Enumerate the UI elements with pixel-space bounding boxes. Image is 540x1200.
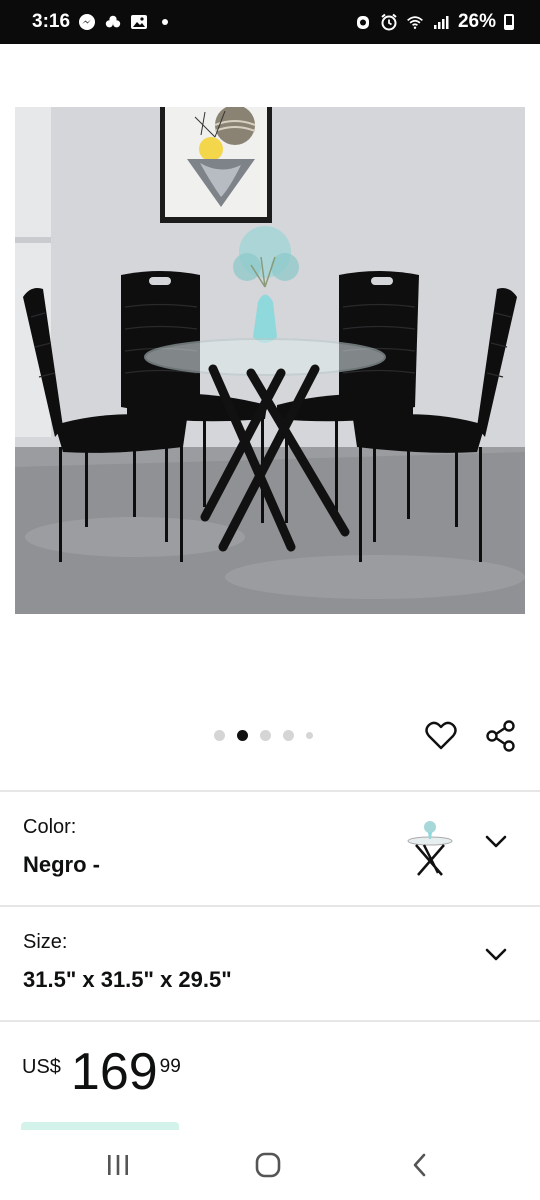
- color-value: Negro -: [23, 852, 100, 877]
- home-button[interactable]: [250, 1150, 286, 1180]
- recents-button[interactable]: [100, 1150, 136, 1180]
- divider: [0, 1020, 540, 1022]
- alarm-clock-icon: [380, 13, 398, 31]
- chevron-down-icon: [485, 948, 507, 961]
- heart-outline-icon: [425, 721, 457, 750]
- product-image[interactable]: [15, 107, 525, 614]
- price: US$ 169 99: [22, 1046, 181, 1098]
- gallery-icon: [130, 13, 148, 31]
- price-fraction: 99: [159, 1056, 181, 1077]
- notification-dot-icon: [156, 13, 174, 31]
- battery-percent: 26%: [457, 11, 496, 32]
- carousel-dot[interactable]: [260, 730, 271, 741]
- alarm-icon: [354, 13, 372, 31]
- share-button[interactable]: [483, 718, 519, 754]
- price-whole: 169: [70, 1043, 158, 1101]
- status-right: 26%: [354, 11, 514, 33]
- status-time: 3:16: [32, 11, 71, 32]
- chevron-down-icon: [485, 835, 507, 848]
- signal-icon: [432, 13, 450, 31]
- carousel-dot-active[interactable]: [237, 730, 248, 741]
- wifi-icon: [406, 13, 424, 31]
- color-thumbnail: [407, 821, 453, 876]
- carousel-dot[interactable]: [283, 730, 294, 741]
- messenger-icon: [78, 13, 96, 31]
- carousel-dot[interactable]: [306, 732, 313, 739]
- share-icon: [486, 720, 515, 752]
- color-selector[interactable]: Color: Negro -: [0, 792, 540, 905]
- product-photo: [15, 107, 525, 614]
- battery-icon: [504, 14, 514, 30]
- favorite-button[interactable]: [423, 718, 459, 754]
- status-left: 3:16: [32, 11, 174, 33]
- back-icon: [413, 1153, 426, 1177]
- status-bar: 3:16 26%: [0, 0, 540, 44]
- color-label: Color:: [23, 816, 77, 838]
- system-nav-bar: [0, 1130, 540, 1200]
- home-icon: [255, 1152, 281, 1178]
- carousel-dot[interactable]: [214, 730, 225, 741]
- size-selector[interactable]: Size: 31.5" x 31.5" x 29.5": [0, 907, 540, 1020]
- size-value: 31.5" x 31.5" x 29.5": [23, 967, 232, 992]
- back-button[interactable]: [402, 1150, 438, 1180]
- recents-icon: [108, 1155, 128, 1175]
- size-label: Size:: [23, 931, 68, 953]
- price-currency: US$: [22, 1056, 61, 1078]
- carousel-dots[interactable]: [214, 730, 313, 741]
- deal-badge-strip: [21, 1122, 179, 1130]
- cloud-group-icon: [104, 13, 122, 31]
